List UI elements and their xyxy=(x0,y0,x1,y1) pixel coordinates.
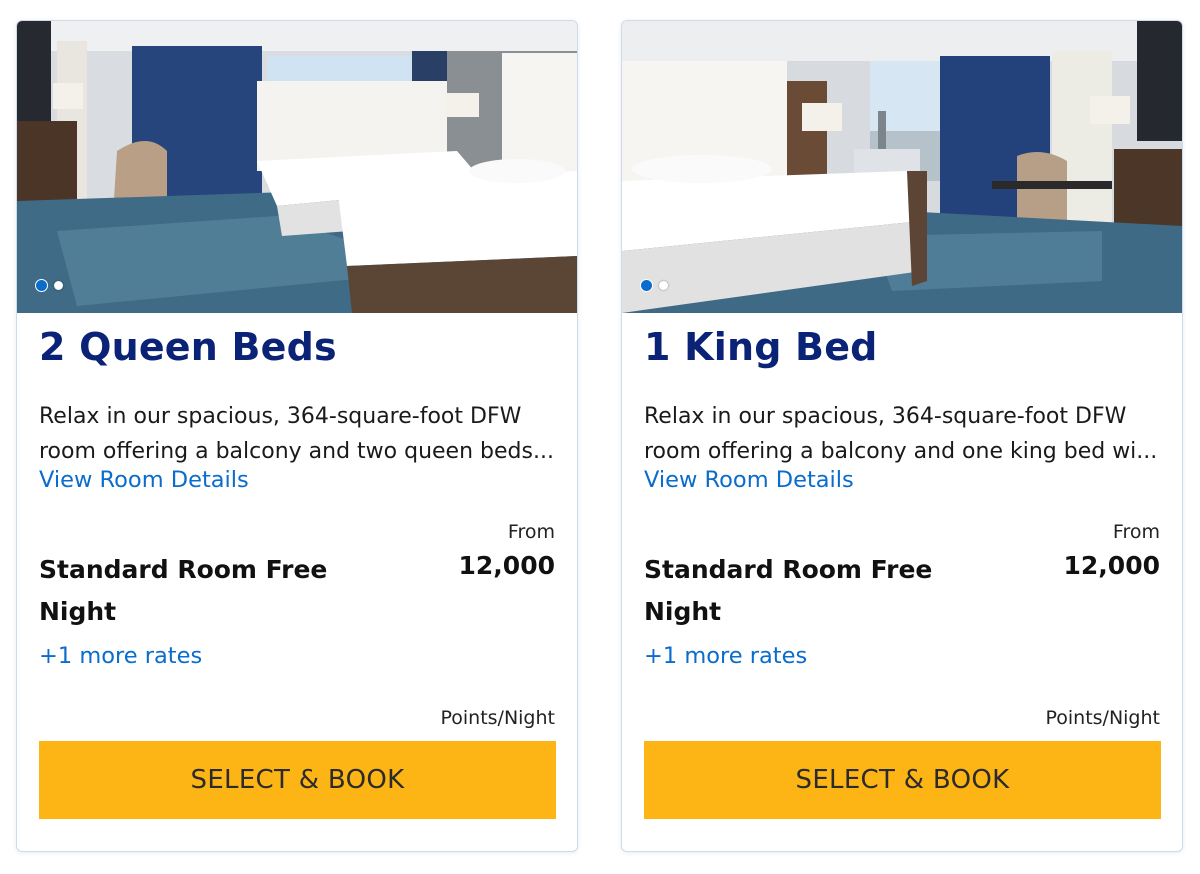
room-title: 1 King Bed xyxy=(644,325,878,369)
more-rates-link[interactable]: +1 more rates xyxy=(39,643,202,669)
room-card-2-queen-beds: 2 Queen Beds Relax in our spacious, 364-… xyxy=(16,20,578,852)
room-title: 2 Queen Beds xyxy=(39,325,337,369)
from-label: From xyxy=(1112,521,1160,543)
from-label: From xyxy=(507,521,555,543)
rate-name: Standard Room Free Night xyxy=(644,555,933,626)
room-card-1-king-bed: 1 King Bed Relax in our spacious, 364-sq… xyxy=(621,20,1183,852)
carousel-dot-active[interactable] xyxy=(35,279,48,292)
carousel-dot-active[interactable] xyxy=(640,279,653,292)
room-description-line: Relax in our spacious, 364-square-foot D… xyxy=(644,404,1127,429)
rate-name: Standard Room Free Night xyxy=(39,555,328,626)
price-points: 12,000 xyxy=(458,551,555,580)
view-room-details-link[interactable]: View Room Details xyxy=(644,467,854,493)
carousel-dot[interactable] xyxy=(54,281,63,290)
room-photo[interactable] xyxy=(17,21,577,313)
more-rates-link[interactable]: +1 more rates xyxy=(644,643,807,669)
room-description-line: room offering a balcony and two queen be… xyxy=(39,439,554,464)
room-description: Relax in our spacious, 364-square-foot D… xyxy=(644,399,1164,469)
select-and-book-button[interactable]: SELECT & BOOK xyxy=(39,741,556,819)
room-photo[interactable] xyxy=(622,21,1182,313)
carousel-dots xyxy=(640,279,668,292)
room-description-line: room offering a balcony and one king bed… xyxy=(644,439,1158,464)
select-and-book-button[interactable]: SELECT & BOOK xyxy=(644,741,1161,819)
room-description-line: Relax in our spacious, 364-square-foot D… xyxy=(39,404,522,429)
room-image xyxy=(622,21,1182,313)
room-description: Relax in our spacious, 364-square-foot D… xyxy=(39,399,559,469)
room-image xyxy=(17,21,577,313)
view-room-details-link[interactable]: View Room Details xyxy=(39,467,249,493)
price-points: 12,000 xyxy=(1063,551,1160,580)
points-per-night-label: Points/Night xyxy=(440,707,555,729)
carousel-dots xyxy=(35,279,63,292)
points-per-night-label: Points/Night xyxy=(1045,707,1160,729)
carousel-dot[interactable] xyxy=(659,281,668,290)
